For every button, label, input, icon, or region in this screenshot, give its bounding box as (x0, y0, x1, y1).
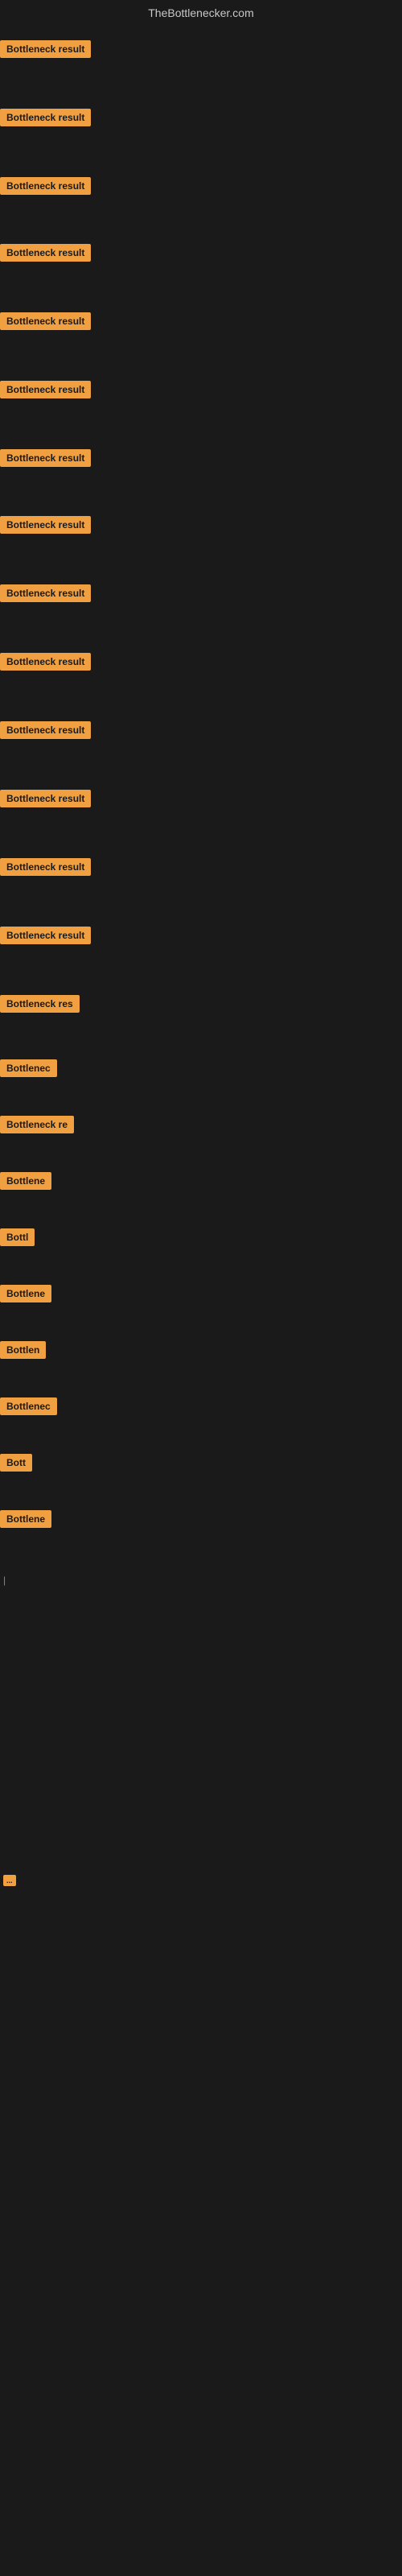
small-badge: ... (3, 1875, 16, 1886)
empty-space-2 (0, 1889, 402, 2372)
list-item: Bottlene (0, 1507, 402, 1535)
list-item: Bottlenec (0, 1056, 402, 1084)
bottleneck-badge[interactable]: Bottleneck result (0, 790, 91, 807)
bottleneck-badge[interactable]: Bottlenec (0, 1397, 57, 1415)
site-title: TheBottlenecker.com (148, 6, 254, 19)
bottleneck-badge[interactable]: Bottlene (0, 1285, 51, 1302)
list-item: Bottlenec (0, 1394, 402, 1422)
bottleneck-badge[interactable]: Bottleneck result (0, 381, 91, 398)
bottleneck-badge[interactable]: Bottlenec (0, 1059, 57, 1077)
bottom-indicator: ... (0, 1871, 402, 1889)
list-item: Bottleneck result (0, 37, 402, 65)
bottleneck-badge[interactable]: Bottleneck result (0, 244, 91, 262)
page-title: TheBottlenecker.com (0, 0, 402, 26)
list-item: Bottleneck result (0, 923, 402, 952)
list-item: Bottlen (0, 1338, 402, 1366)
bottleneck-badge[interactable]: Bott (0, 1454, 32, 1472)
bottleneck-badge[interactable]: Bottleneck result (0, 653, 91, 671)
bottleneck-badge[interactable]: Bottleneck result (0, 927, 91, 944)
cursor-indicator: | (0, 1571, 402, 1589)
list-item: Bottleneck result (0, 174, 402, 202)
list-item: Bottleneck result (0, 446, 402, 474)
bottleneck-badge[interactable]: Bottl (0, 1228, 35, 1246)
bottleneck-badge[interactable]: Bottleneck result (0, 40, 91, 58)
bottleneck-badge[interactable]: Bottleneck result (0, 858, 91, 876)
bottleneck-badge[interactable]: Bottlene (0, 1510, 51, 1528)
bottleneck-badge[interactable]: Bottleneck result (0, 449, 91, 467)
bottleneck-badge[interactable]: Bottlene (0, 1172, 51, 1190)
list-item: Bottleneck result (0, 241, 402, 269)
bottleneck-badge[interactable]: Bottleneck result (0, 312, 91, 330)
bottleneck-badge[interactable]: Bottleneck result (0, 721, 91, 739)
bottleneck-badge[interactable]: Bottleneck result (0, 109, 91, 126)
empty-space-1 (0, 1589, 402, 1871)
list-item: Bottl (0, 1225, 402, 1253)
list-item: Bott (0, 1451, 402, 1479)
list-item: Bottleneck result (0, 718, 402, 746)
list-item: Bottleneck result (0, 513, 402, 541)
list-item: Bottleneck result (0, 309, 402, 337)
list-item: Bottleneck result (0, 378, 402, 406)
bottleneck-badge[interactable]: Bottleneck result (0, 516, 91, 534)
list-item: Bottleneck re (0, 1113, 402, 1141)
list-item: Bottleneck result (0, 786, 402, 815)
list-item: Bottleneck result (0, 855, 402, 883)
bottleneck-badge[interactable]: Bottlen (0, 1341, 46, 1359)
list-item: Bottleneck result (0, 105, 402, 134)
list-item: Bottlene (0, 1282, 402, 1310)
list-item: Bottlene (0, 1169, 402, 1197)
bottleneck-badge[interactable]: Bottleneck re (0, 1116, 74, 1133)
list-item: Bottleneck result (0, 581, 402, 609)
bottleneck-badge[interactable]: Bottleneck result (0, 177, 91, 195)
list-item: Bottleneck res (0, 992, 402, 1020)
bottleneck-badge[interactable]: Bottleneck res (0, 995, 80, 1013)
bottleneck-badge[interactable]: Bottleneck result (0, 584, 91, 602)
list-item: Bottleneck result (0, 650, 402, 678)
